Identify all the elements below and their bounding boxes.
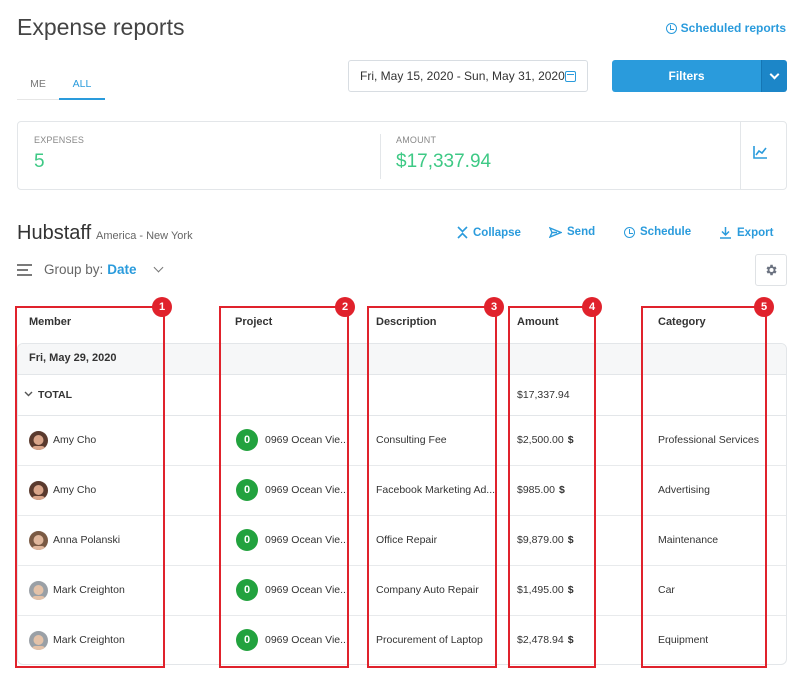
filters-dropdown-toggle[interactable] bbox=[761, 60, 787, 92]
schedule-label: Schedule bbox=[640, 226, 692, 238]
send-icon bbox=[549, 226, 562, 238]
export-button[interactable]: Export bbox=[719, 226, 773, 239]
organization-timezone: America - New York bbox=[96, 230, 193, 242]
gear-icon bbox=[766, 264, 777, 276]
calendar-icon bbox=[565, 70, 576, 82]
annotation-box-description bbox=[367, 306, 497, 668]
collapse-button[interactable]: Collapse bbox=[457, 226, 521, 239]
amount-label: AMOUNT bbox=[396, 135, 437, 145]
scheduled-reports-link[interactable]: Scheduled reports bbox=[665, 21, 786, 35]
table-settings-button[interactable] bbox=[755, 254, 787, 286]
annotation-box-project bbox=[219, 306, 349, 668]
filters-button[interactable]: Filters bbox=[612, 60, 761, 92]
group-by-value: Date bbox=[107, 262, 137, 277]
scheduled-reports-label: Scheduled reports bbox=[680, 21, 786, 35]
date-range-value: Fri, May 15, 2020 - Sun, May 31, 2020 bbox=[360, 69, 565, 83]
annotation-box-amount bbox=[508, 306, 596, 668]
export-label: Export bbox=[737, 226, 774, 239]
chevron-down-icon bbox=[153, 262, 163, 273]
collapse-icon bbox=[457, 226, 468, 239]
divider bbox=[740, 122, 741, 189]
expenses-label: EXPENSES bbox=[34, 135, 85, 145]
date-range-picker[interactable]: Fri, May 15, 2020 - Sun, May 31, 2020 bbox=[348, 60, 588, 92]
chevron-down-icon bbox=[769, 69, 780, 79]
organization-name: Hubstaff bbox=[17, 222, 92, 244]
line-chart-icon bbox=[753, 146, 767, 159]
clock-icon bbox=[624, 226, 635, 238]
annotation-marker: 5 bbox=[754, 297, 774, 317]
tab-all[interactable]: ALL bbox=[59, 72, 105, 100]
group-by-select[interactable]: Group by: Date bbox=[17, 262, 163, 277]
annotation-marker: 2 bbox=[335, 297, 355, 317]
chart-toggle-button[interactable] bbox=[752, 144, 776, 168]
collapse-label: Collapse bbox=[473, 226, 521, 239]
send-label: Send bbox=[567, 226, 596, 238]
annotation-marker: 1 bbox=[152, 297, 172, 317]
tab-me[interactable]: ME bbox=[17, 72, 59, 99]
expenses-value: 5 bbox=[34, 151, 45, 172]
divider bbox=[380, 134, 381, 179]
group-by-label: Group by: bbox=[44, 262, 104, 277]
amount-value: $17,337.94 bbox=[396, 151, 492, 172]
scope-tabs: ME ALL bbox=[17, 72, 105, 100]
annotation-box-member bbox=[15, 306, 165, 668]
summary-panel: EXPENSES 5 AMOUNT $17,337.94 bbox=[17, 121, 787, 190]
page-title: Expense reports bbox=[17, 14, 185, 40]
schedule-button[interactable]: Schedule bbox=[624, 226, 691, 238]
menu-lines-icon bbox=[17, 264, 32, 276]
annotation-marker: 3 bbox=[484, 297, 504, 317]
annotation-marker: 4 bbox=[582, 297, 602, 317]
send-button[interactable]: Send bbox=[549, 226, 595, 238]
annotation-box-category bbox=[641, 306, 767, 668]
clock-icon bbox=[665, 22, 677, 34]
download-icon bbox=[720, 227, 731, 239]
